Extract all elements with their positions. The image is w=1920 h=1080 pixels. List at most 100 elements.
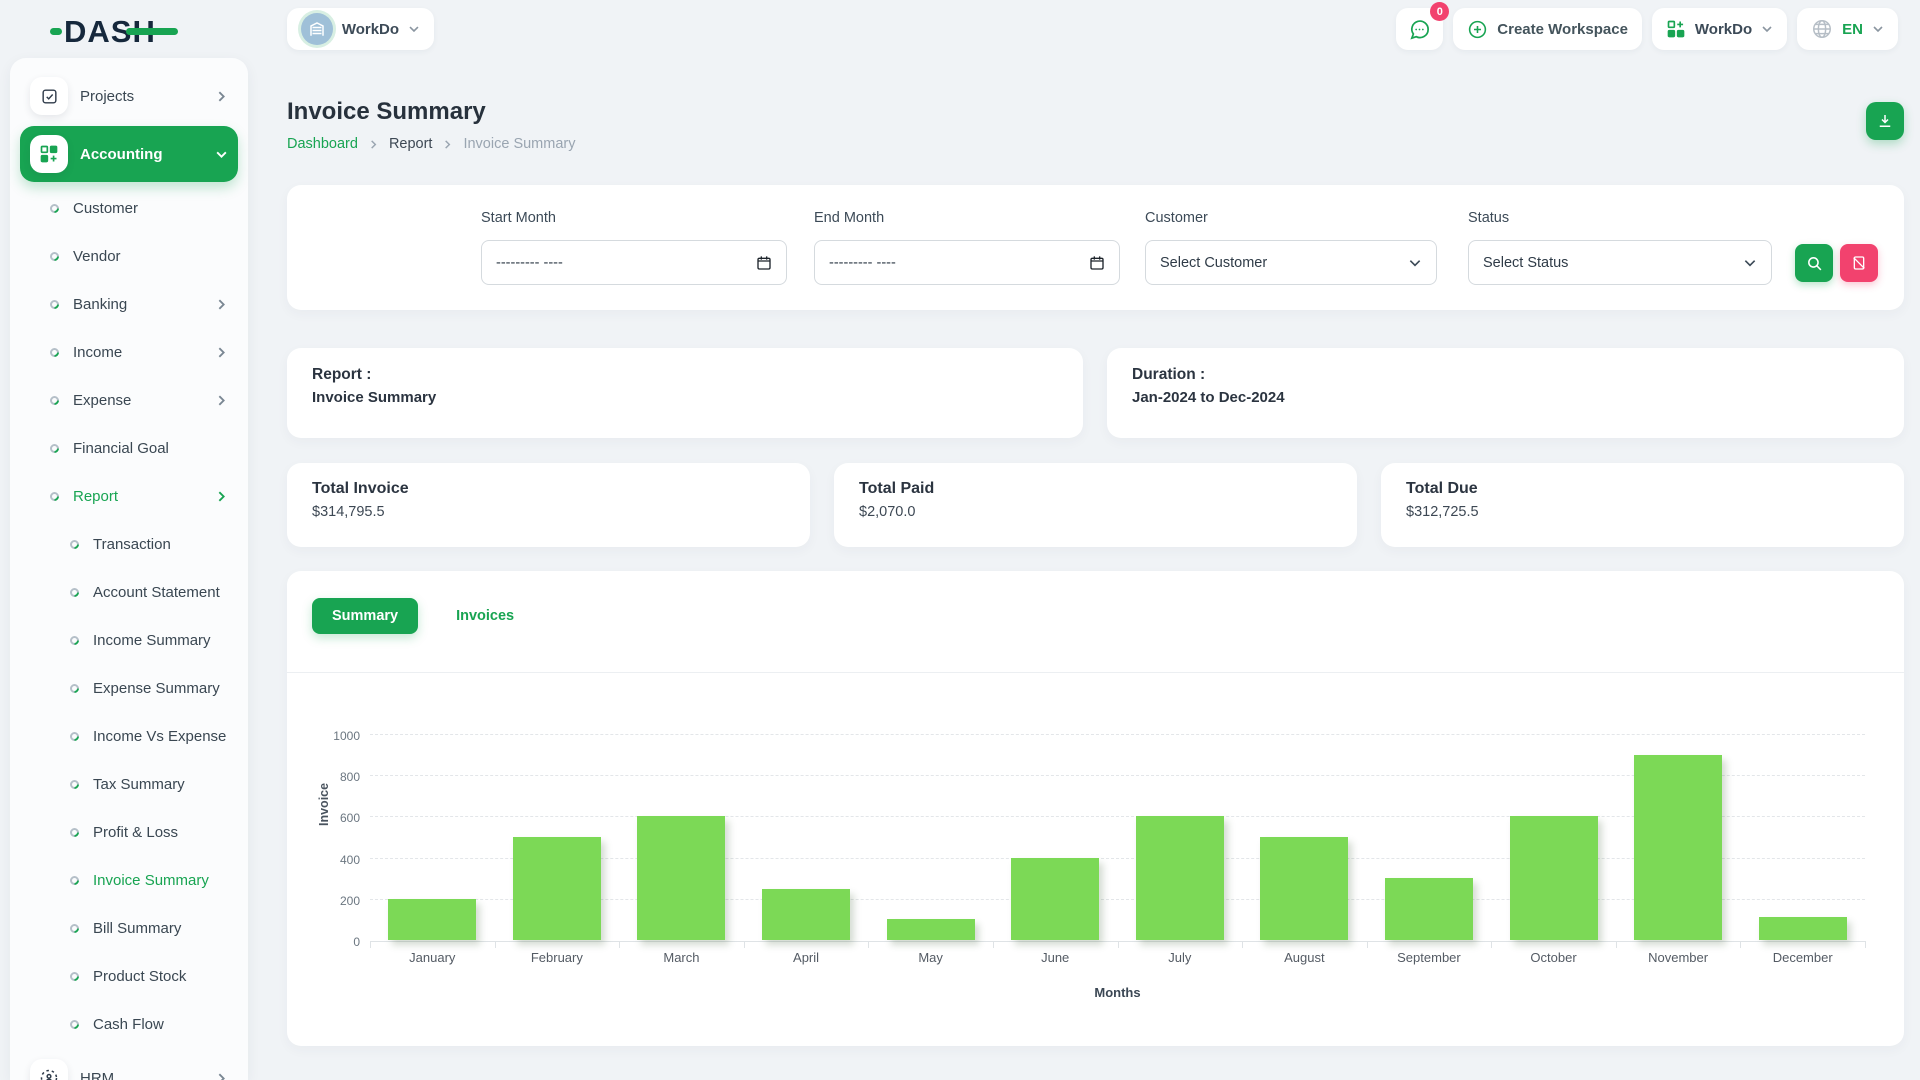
sidebar-item-product-stock[interactable]: Product Stock — [20, 952, 238, 1000]
y-axis-tick-label: 800 — [318, 770, 360, 784]
sidebar-item-expense[interactable]: Expense — [20, 376, 238, 424]
sidebar-item-hrm[interactable]: HRM — [20, 1050, 238, 1080]
dot-icon — [68, 634, 81, 647]
chart-slot-june: June — [993, 735, 1118, 941]
end-month-input[interactable]: --------- ---- — [814, 240, 1120, 285]
reset-filter-button[interactable] — [1840, 244, 1878, 282]
dot-icon — [48, 250, 61, 263]
download-report-button[interactable] — [1866, 102, 1904, 140]
bar-february[interactable] — [513, 837, 601, 940]
sidebar-item-income-vs-expense[interactable]: Income Vs Expense — [20, 712, 238, 760]
sidebar-item-label: Account Statement — [93, 584, 228, 601]
total-due-value: $312,725.5 — [1406, 504, 1879, 520]
chevron-right-icon — [442, 139, 453, 150]
dot-icon — [68, 970, 81, 983]
sidebar-nav: Projects AccountingCustomerVendor Banking I… — [10, 58, 248, 1080]
total-due-card: Total Due $312,725.5 — [1381, 463, 1904, 547]
workspace-selector[interactable]: WorkDo — [287, 8, 434, 50]
chart-slot-july: July — [1118, 735, 1243, 941]
chevron-right-icon — [368, 139, 379, 150]
chevron-down-icon — [1761, 23, 1773, 35]
sidebar-item-financial-goal[interactable]: Financial Goal — [20, 424, 238, 472]
sidebar-item-income-summary[interactable]: Income Summary — [20, 616, 238, 664]
dot-icon — [68, 826, 81, 839]
sidebar-item-transaction[interactable]: Transaction — [20, 520, 238, 568]
x-axis-tick-label: February — [495, 950, 620, 965]
y-axis-tick-label: 600 — [318, 811, 360, 825]
workdo-menu-button[interactable]: WorkDo — [1652, 8, 1787, 50]
bar-june[interactable] — [1011, 858, 1099, 940]
topbar-actions: 0 Create Workspace WorkDo EN — [1396, 8, 1898, 50]
bar-january[interactable] — [388, 899, 476, 940]
bar-august[interactable] — [1260, 837, 1348, 940]
sidebar-item-customer[interactable]: Customer — [20, 184, 238, 232]
chevron-right-icon — [215, 90, 228, 103]
breadcrumb-dashboard-link[interactable]: Dashboard — [287, 136, 358, 152]
bar-july[interactable] — [1136, 816, 1224, 940]
sidebar-item-projects[interactable]: Projects — [20, 68, 238, 124]
total-invoice-label: Total Invoice — [312, 480, 785, 498]
x-axis-tick-mark — [1616, 941, 1617, 948]
y-axis-tick-label: 0 — [318, 935, 360, 949]
dot-icon — [68, 922, 81, 935]
sidebar-item-label: HRM — [80, 1070, 203, 1080]
start-month-input[interactable]: --------- ---- — [481, 240, 787, 285]
chart-slot-january: January — [370, 735, 495, 941]
sidebar-item-expense-summary[interactable]: Expense Summary — [20, 664, 238, 712]
sidebar-item-label: Profit & Loss — [93, 824, 228, 841]
dot-icon — [48, 202, 61, 215]
sidebar-item-label: Invoice Summary — [93, 872, 228, 889]
chevron-right-icon — [215, 346, 228, 359]
bar-april[interactable] — [762, 889, 850, 941]
sidebar-item-tax-summary[interactable]: Tax Summary — [20, 760, 238, 808]
chart-slot-september: September — [1367, 735, 1492, 941]
sidebar-item-bill-summary[interactable]: Bill Summary — [20, 904, 238, 952]
bar-october[interactable] — [1510, 816, 1598, 940]
x-axis-tick-mark — [1367, 941, 1368, 948]
chart-slot-august: August — [1242, 735, 1367, 941]
sidebar-item-label: Expense — [73, 392, 201, 409]
sidebar-item-accounting[interactable]: Accounting — [20, 126, 238, 182]
sidebar-item-cash-flow[interactable]: Cash Flow — [20, 1000, 238, 1048]
sidebar-item-label: Projects — [80, 88, 203, 105]
tab-summary[interactable]: Summary — [312, 598, 418, 634]
sidebar-item-banking[interactable]: Banking — [20, 280, 238, 328]
start-month-label: Start Month — [481, 210, 556, 226]
bar-march[interactable] — [637, 816, 725, 940]
language-selector[interactable]: EN — [1797, 8, 1898, 50]
dot-icon — [68, 1018, 81, 1031]
x-axis-tick-label: April — [744, 950, 869, 965]
create-workspace-button[interactable]: Create Workspace — [1453, 8, 1642, 50]
status-select[interactable]: Select Status — [1468, 240, 1772, 285]
bar-september[interactable] — [1385, 878, 1473, 940]
duration-card: Duration : Jan-2024 to Dec-2024 — [1107, 348, 1904, 438]
bar-november[interactable] — [1634, 755, 1722, 940]
apply-filter-button[interactable] — [1795, 244, 1833, 282]
chevron-down-icon — [408, 23, 420, 35]
app-logo[interactable]: DASH — [64, 14, 156, 50]
create-workspace-label: Create Workspace — [1497, 21, 1628, 38]
sidebar-item-account-statement[interactable]: Account Statement — [20, 568, 238, 616]
bar-may[interactable] — [887, 919, 975, 940]
total-due-label: Total Due — [1406, 480, 1879, 498]
chart-slot-may: May — [868, 735, 993, 941]
breadcrumb-report-link[interactable]: Report — [389, 136, 433, 152]
sidebar-item-profit-loss[interactable]: Profit & Loss — [20, 808, 238, 856]
total-paid-card: Total Paid $2,070.0 — [834, 463, 1357, 547]
sidebar-item-income[interactable]: Income — [20, 328, 238, 376]
customer-select[interactable]: Select Customer — [1145, 240, 1437, 285]
total-paid-label: Total Paid — [859, 480, 1332, 498]
messages-button[interactable]: 0 — [1396, 8, 1443, 50]
sidebar-item-report[interactable]: Report — [20, 472, 238, 520]
dot-icon — [48, 346, 61, 359]
sidebar-item-invoice-summary[interactable]: Invoice Summary — [20, 856, 238, 904]
tab-invoices[interactable]: Invoices — [436, 598, 534, 634]
bar-december[interactable] — [1759, 917, 1847, 940]
sidebar-item-vendor[interactable]: Vendor — [20, 232, 238, 280]
x-axis-tick-mark — [370, 941, 371, 948]
dot-icon — [48, 394, 61, 407]
sidebar-item-label: Banking — [73, 296, 201, 313]
chat-bubble-icon — [1408, 18, 1431, 41]
dot-icon — [68, 874, 81, 887]
page-title: Invoice Summary — [287, 98, 1904, 126]
